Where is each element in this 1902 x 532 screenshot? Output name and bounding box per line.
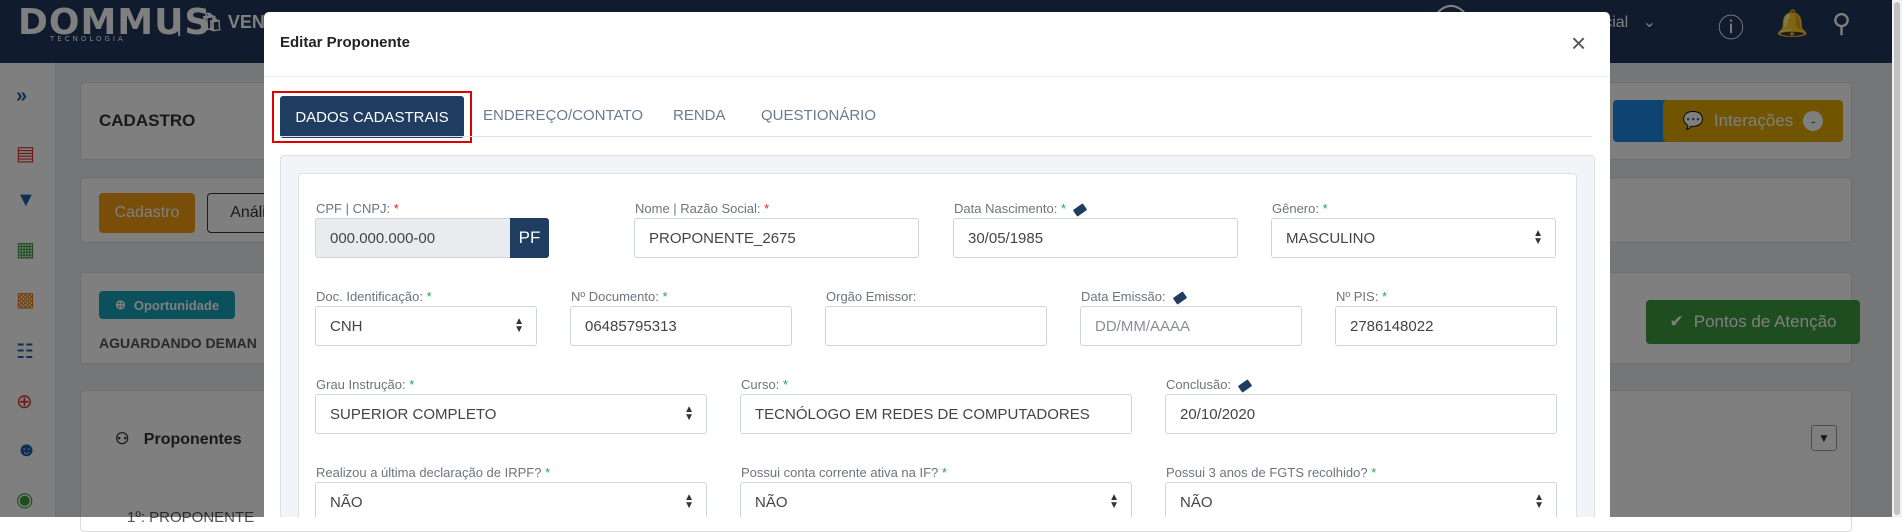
- num-doc-input[interactable]: 06485795313: [570, 306, 792, 346]
- curso-label: Curso: *: [741, 377, 788, 392]
- genero-select[interactable]: MASCULINO ▲ ▼: [1271, 218, 1556, 258]
- orgao-input[interactable]: [825, 306, 1047, 346]
- genero-label: Gênero: *: [1272, 201, 1328, 216]
- nome-label: Nome | Razão Social: *: [635, 201, 770, 216]
- nascimento-value: 30/05/1985: [968, 229, 1044, 247]
- grau-value: SUPERIOR COMPLETO: [330, 405, 497, 423]
- emissao-input[interactable]: DD/MM/AAAA: [1080, 306, 1302, 346]
- nome-input[interactable]: PROPONENTE_2675: [634, 218, 919, 258]
- pis-value: 2786148022: [1350, 317, 1434, 335]
- fgts-value: NÃO: [1180, 493, 1213, 511]
- emissao-placeholder: DD/MM/AAAA: [1095, 317, 1191, 335]
- pis-input[interactable]: 2786148022: [1335, 306, 1557, 346]
- genero-value: MASCULINO: [1286, 229, 1376, 247]
- tabs-divider: [280, 136, 1592, 137]
- scrollbar-thumb[interactable]: [1894, 2, 1900, 515]
- pis-label: Nº PIS: *: [1336, 289, 1388, 304]
- close-icon[interactable]: ×: [1571, 30, 1586, 56]
- grau-label: Grau Instrução: *: [316, 377, 415, 392]
- modal-header: Editar Proponente ×: [264, 12, 1610, 77]
- edit-proponent-modal: Editar Proponente × DADOS CADASTRAIS END…: [264, 12, 1610, 517]
- conclusao-value: 20/10/2020: [1180, 405, 1256, 423]
- tab-renda[interactable]: RENDA: [673, 107, 726, 124]
- tab-endereco-contato[interactable]: ENDEREÇO/CONTATO: [483, 107, 643, 124]
- cpf-input[interactable]: 000.000.000-00: [315, 218, 511, 258]
- emissao-label: Data Emissão:: [1081, 289, 1187, 305]
- irpf-select[interactable]: NÃO ▲ ▼: [315, 482, 707, 517]
- doc-ident-select[interactable]: CNH ▲ ▼: [315, 306, 537, 346]
- pf-toggle-button[interactable]: PF: [510, 218, 549, 258]
- irpf-value: NÃO: [330, 493, 363, 511]
- conta-label: Possui conta corrente ativa na IF? *: [741, 465, 947, 480]
- conta-select[interactable]: NÃO ▲ ▼: [740, 482, 1132, 517]
- eraser-icon[interactable]: [1237, 378, 1253, 393]
- num-doc-value: 06485795313: [585, 317, 677, 335]
- irpf-label: Realizou a última declaração de IRPF? *: [316, 465, 551, 480]
- doc-ident-value: CNH: [330, 317, 363, 335]
- curso-value: TECNÓLOGO EM REDES DE COMPUTADORES: [755, 405, 1090, 423]
- select-arrows-icon: ▲ ▼: [514, 316, 524, 335]
- cpf-value: 000.000.000-00: [330, 229, 436, 247]
- select-arrows-icon: ▲ ▼: [684, 492, 694, 511]
- orgao-label: Orgão Emissor:: [826, 289, 917, 304]
- select-arrows-icon: ▲ ▼: [1534, 492, 1544, 511]
- conta-value: NÃO: [755, 493, 788, 511]
- grau-select[interactable]: SUPERIOR COMPLETO ▲ ▼: [315, 394, 707, 434]
- num-doc-label: Nº Documento: *: [571, 289, 668, 304]
- nascimento-label: Data Nascimento: *: [954, 201, 1088, 217]
- eraser-icon[interactable]: [1072, 202, 1088, 217]
- tab-questionario[interactable]: QUESTIONÁRIO: [761, 107, 876, 124]
- tab-dados-cadastrais[interactable]: DADOS CADASTRAIS: [280, 96, 464, 138]
- curso-input[interactable]: TECNÓLOGO EM REDES DE COMPUTADORES: [740, 394, 1132, 434]
- conclusao-input[interactable]: 20/10/2020: [1165, 394, 1557, 434]
- nome-value: PROPONENTE_2675: [649, 229, 796, 247]
- fgts-select[interactable]: NÃO ▲ ▼: [1165, 482, 1557, 517]
- select-arrows-icon: ▲ ▼: [684, 404, 694, 423]
- nascimento-input[interactable]: 30/05/1985: [953, 218, 1238, 258]
- conclusao-label: Conclusão:: [1166, 377, 1253, 393]
- doc-ident-label: Doc. Identificação: *: [316, 289, 432, 304]
- cpf-label: CPF | CNPJ: *: [316, 201, 399, 216]
- fgts-label: Possui 3 anos de FGTS recolhido? *: [1166, 465, 1377, 480]
- select-arrows-icon: ▲ ▼: [1533, 228, 1543, 247]
- eraser-icon[interactable]: [1172, 290, 1187, 305]
- select-arrows-icon: ▲ ▼: [1109, 492, 1119, 511]
- modal-title: Editar Proponente: [280, 34, 411, 51]
